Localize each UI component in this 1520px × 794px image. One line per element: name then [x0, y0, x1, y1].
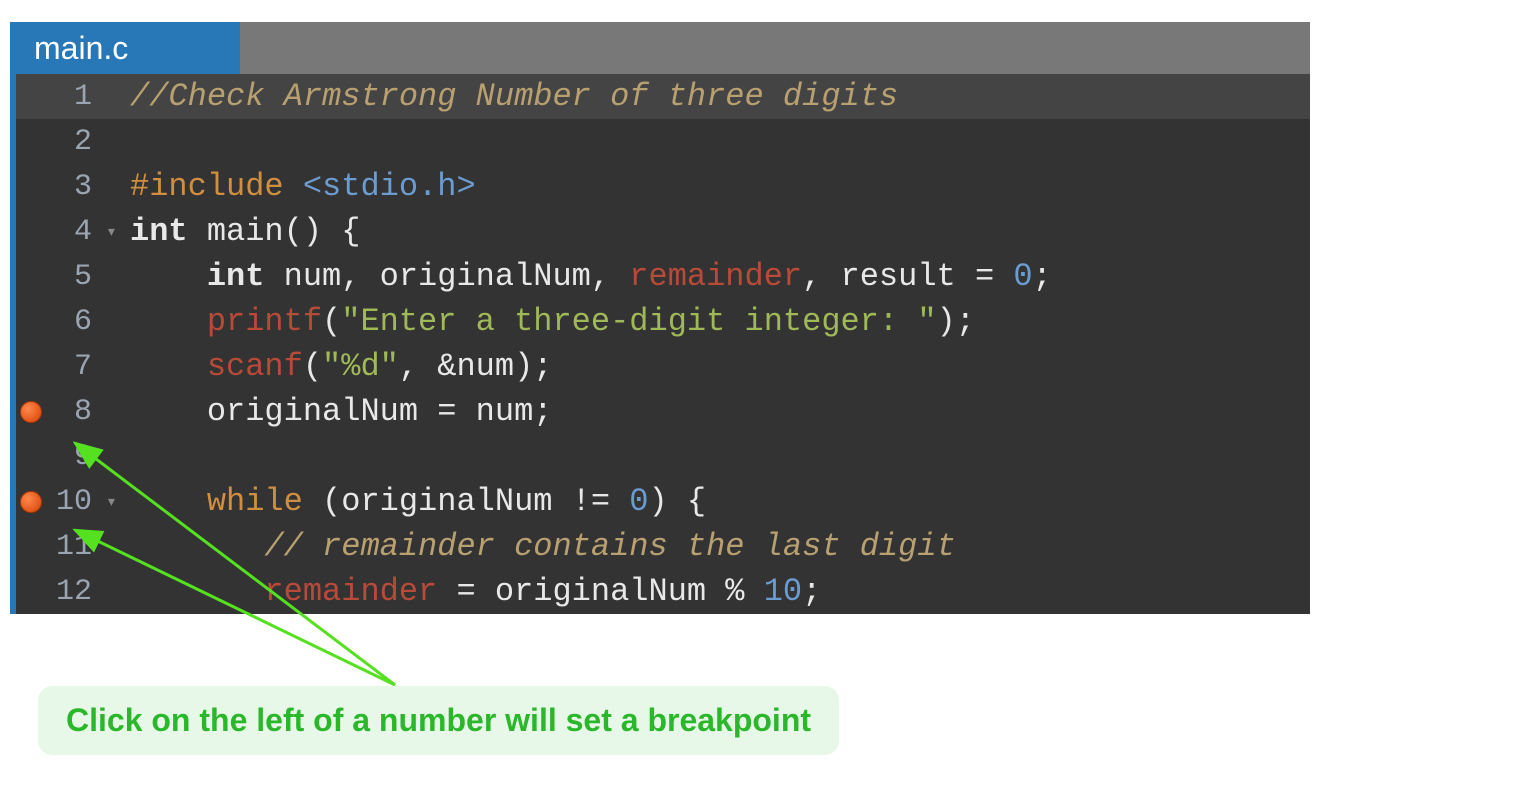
line-number[interactable]: 12 — [46, 575, 106, 609]
code-content[interactable]: //Check Armstrong Number of three digits — [130, 78, 1310, 115]
line-number[interactable]: 2 — [46, 125, 106, 159]
code-content[interactable]: int main() { — [130, 213, 1310, 250]
code-content[interactable]: printf("Enter a three-digit integer: "); — [130, 303, 1310, 340]
chevron-down-icon: ▾ — [106, 221, 117, 243]
code-content[interactable]: remainder = originalNum % 10; — [130, 573, 1310, 610]
code-line-7[interactable]: 7 scanf("%d", &num); — [16, 344, 1310, 389]
line-number[interactable]: 1 — [46, 80, 106, 114]
annotation-callout: Click on the left of a number will set a… — [38, 686, 839, 755]
code-content[interactable]: scanf("%d", &num); — [130, 348, 1310, 385]
code-content[interactable]: while (originalNum != 0) { — [130, 483, 1310, 520]
editor-container: main.c 1 //Check Armstrong Number of thr… — [10, 22, 1310, 614]
code-line-1[interactable]: 1 //Check Armstrong Number of three digi… — [16, 74, 1310, 119]
code-line-6[interactable]: 6 printf("Enter a three-digit integer: "… — [16, 299, 1310, 344]
breakpoint-gutter[interactable] — [16, 491, 46, 513]
code-content[interactable]: // remainder contains the last digit — [130, 528, 1310, 565]
annotation-text: Click on the left of a number will set a… — [66, 702, 811, 738]
tab-bar: main.c — [10, 22, 1310, 74]
line-number[interactable]: 8 — [46, 395, 106, 429]
tab-main-c[interactable]: main.c — [10, 22, 240, 74]
breakpoint-gutter[interactable] — [16, 401, 46, 423]
chevron-down-icon: ▾ — [106, 491, 117, 513]
line-number[interactable]: 4 — [46, 215, 106, 249]
code-line-3[interactable]: 3 #include <stdio.h> — [16, 164, 1310, 209]
line-number[interactable]: 3 — [46, 170, 106, 204]
code-content[interactable]: int num, originalNum, remainder, result … — [130, 258, 1310, 295]
tab-filename: main.c — [34, 30, 128, 67]
fold-toggle[interactable]: ▾ — [106, 221, 130, 243]
code-content[interactable]: #include <stdio.h> — [130, 168, 1310, 205]
code-line-5[interactable]: 5 int num, originalNum, remainder, resul… — [16, 254, 1310, 299]
line-number[interactable]: 10 — [46, 485, 106, 519]
code-line-11[interactable]: 11 // remainder contains the last digit — [16, 524, 1310, 569]
line-number[interactable]: 7 — [46, 350, 106, 384]
fold-toggle[interactable]: ▾ — [106, 491, 130, 513]
code-line-9[interactable]: 9 — [16, 434, 1310, 479]
code-content[interactable]: originalNum = num; — [130, 393, 1310, 430]
code-line-4[interactable]: 4 ▾ int main() { — [16, 209, 1310, 254]
code-line-2[interactable]: 2 — [16, 119, 1310, 164]
code-line-12[interactable]: 12 remainder = originalNum % 10; — [16, 569, 1310, 614]
line-number[interactable]: 6 — [46, 305, 106, 339]
line-number[interactable]: 9 — [46, 440, 106, 474]
code-area[interactable]: 1 //Check Armstrong Number of three digi… — [10, 74, 1310, 614]
code-line-8[interactable]: 8 originalNum = num; — [16, 389, 1310, 434]
breakpoint-icon[interactable] — [20, 491, 42, 513]
breakpoint-icon[interactable] — [20, 401, 42, 423]
line-number[interactable]: 5 — [46, 260, 106, 294]
tab-bar-empty — [240, 22, 1310, 74]
code-line-10[interactable]: 10 ▾ while (originalNum != 0) { — [16, 479, 1310, 524]
line-number[interactable]: 11 — [46, 530, 106, 564]
